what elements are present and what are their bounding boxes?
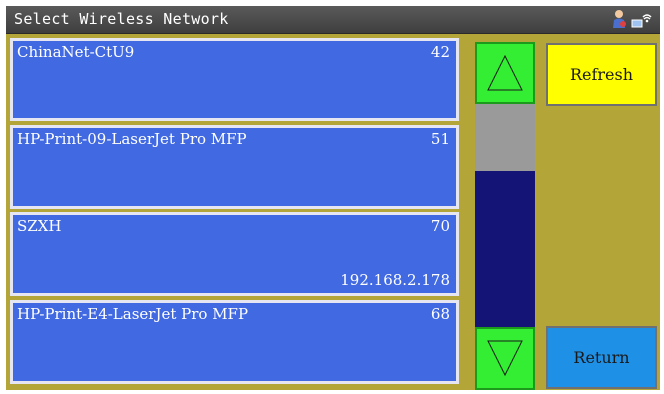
network-ssid: HP-Print-E4-LaserJet Pro MFP [17, 305, 249, 323]
network-ip-address: 192.168.2.178 [340, 271, 450, 289]
network-signal: 70 [430, 217, 450, 235]
scrollbar-thumb[interactable] [475, 104, 535, 171]
network-signal: 68 [430, 305, 450, 323]
network-signal: 51 [430, 130, 450, 148]
user-icon [613, 10, 652, 28]
network-item[interactable]: HP-Print-E4-LaserJet Pro MFP 68 [10, 300, 459, 384]
network-item[interactable]: ChinaNet-CtU9 42 [10, 38, 459, 121]
network-ssid: HP-Print-09-LaserJet Pro MFP [17, 130, 247, 148]
network-ssid: SZXH [17, 217, 62, 235]
page-title: Select Wireless Network [14, 10, 229, 28]
scroll-up-button[interactable] [475, 42, 535, 104]
network-item[interactable]: SZXH 70 192.168.2.178 [10, 212, 459, 296]
network-ssid: ChinaNet-CtU9 [17, 43, 135, 61]
network-item[interactable]: HP-Print-09-LaserJet Pro MFP 51 [10, 125, 459, 209]
scroll-down-button[interactable] [475, 327, 535, 390]
scrollbar-track[interactable] [475, 104, 535, 327]
triangle-up-icon [487, 54, 523, 91]
refresh-button[interactable]: Refresh [546, 43, 657, 106]
wifi-selection-screen: Select Wireless Network ChinaNet-CtU9 42… [6, 6, 660, 390]
title-bar: Select Wireless Network [6, 6, 660, 34]
network-signal: 42 [430, 43, 450, 61]
wifi-signal-icon [631, 14, 652, 28]
triangle-down-icon [487, 340, 523, 377]
return-button[interactable]: Return [546, 326, 657, 389]
status-icons [610, 9, 652, 29]
